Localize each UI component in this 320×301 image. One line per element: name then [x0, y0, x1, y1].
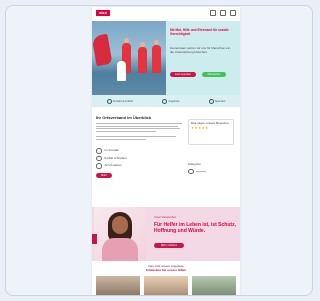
promo-title: Für Helfer im Leben ist, ist Schutz, Hof…	[154, 222, 236, 234]
phone-icon	[96, 163, 102, 169]
category-chip[interactable]	[188, 168, 234, 175]
site-logo[interactable]: sixx	[96, 10, 110, 16]
volunteer-figure	[138, 47, 147, 73]
hero-section: Mit Mut, Hilfe und Ehrenamt für soziale …	[92, 21, 240, 95]
text-line	[96, 128, 180, 130]
volunteer-head	[124, 38, 129, 43]
mail-icon	[96, 155, 102, 162]
hero-photo	[92, 21, 166, 95]
user-icon[interactable]	[220, 10, 226, 16]
text-line	[96, 135, 176, 138]
list-icon	[162, 98, 168, 104]
child-figure	[117, 61, 126, 81]
contact-person: Im Kontakt	[96, 148, 182, 154]
text-line	[96, 125, 178, 127]
promo-button[interactable]: Mehr erfahren	[154, 243, 184, 248]
offer-image[interactable]	[144, 276, 188, 295]
volunteer-figure	[152, 45, 161, 73]
offers-title: Entdecken Sie unsere Hilfen	[145, 267, 187, 272]
rating-stars: ★★★★★	[191, 125, 209, 130]
text-line	[96, 138, 146, 140]
promo-section: Unser Versprechen Für Helfer im Leben is…	[92, 207, 240, 261]
promo-kicker: Unser Versprechen	[154, 216, 177, 219]
tab-offers[interactable]: Angebote	[162, 98, 179, 104]
more-button[interactable]: Mehr	[96, 172, 112, 178]
donate-button[interactable]: Jetzt spenden	[170, 72, 196, 77]
offer-image[interactable]	[192, 276, 236, 295]
header-icons	[210, 10, 236, 16]
menu-icon[interactable]	[230, 10, 236, 16]
feedback-tab[interactable]	[92, 234, 97, 244]
red-flag	[92, 33, 113, 67]
search-icon[interactable]	[210, 10, 216, 16]
sidebar: Das sagen unsere Besucher ★★★★★ Kategori…	[188, 119, 234, 175]
offers-heading: Das sind unsere Angebote Entdecken Sie u…	[92, 264, 240, 272]
tab-donate[interactable]: Spenden	[208, 98, 225, 104]
main-content: Ihr Ortsverband im Überblick Im Kontakt …	[96, 115, 182, 178]
heart-icon	[208, 98, 214, 104]
promo-photo	[94, 207, 146, 261]
volunteer-head	[154, 40, 159, 45]
rating-card: Das sagen unsere Besucher ★★★★★	[188, 119, 234, 145]
text-line	[96, 130, 156, 132]
tab-contact[interactable]: Kontakt & Anfahrt	[106, 98, 133, 104]
person-icon	[96, 148, 102, 154]
offer-image[interactable]	[96, 276, 140, 295]
woman-face	[112, 216, 128, 234]
woman-shirt	[102, 238, 138, 261]
web-page: sixx Mit Mut, Hilfe und Ehrenamt für soz…	[92, 7, 240, 295]
offer-thumbnails	[96, 276, 236, 295]
location-icon	[106, 98, 112, 104]
hero-title: Mit Mut, Hilfe und Ehrenamt für soziale …	[170, 28, 229, 37]
volunteer-head	[140, 42, 145, 47]
contact-email[interactable]: E-Mail schreiben	[96, 155, 182, 162]
sidebar-label: Kategorie	[188, 162, 201, 166]
text-line	[96, 123, 182, 125]
quick-links-bar: Kontakt & Anfahrt Angebote Spenden	[92, 95, 240, 107]
join-button[interactable]: Mitmachen	[202, 72, 226, 77]
hero-text: Gemeinsam setzen wir uns für Menschen ei…	[170, 46, 231, 54]
contact-phone[interactable]: Anruf starten	[96, 163, 182, 169]
section-heading: Ihr Ortsverband im Überblick	[96, 115, 152, 120]
category-icon	[188, 168, 194, 175]
